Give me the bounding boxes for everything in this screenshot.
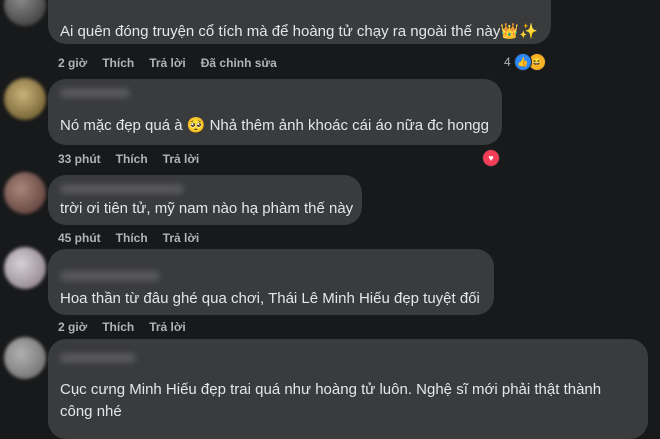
comment-bubble: Cục cưng Minh Hiếu đẹp trai quá như hoàn… <box>48 339 648 439</box>
heart-icon: ♥ <box>482 149 500 167</box>
comment-text: Hoa thần từ đâu ghé qua chơi, Thái Lê Mi… <box>60 290 480 307</box>
avatar[interactable] <box>4 0 46 26</box>
like-button[interactable]: Thích <box>116 152 148 166</box>
commenter-name[interactable] <box>60 271 160 281</box>
comment-bubble: trời ơi tiên tử, mỹ nam nào hạ phàm thế … <box>48 175 362 225</box>
avatar[interactable] <box>4 247 46 289</box>
like-button[interactable]: Thích <box>116 231 148 245</box>
comment-text-line2: công nhé <box>60 403 122 420</box>
reaction-summary[interactable]: ♥ <box>482 149 500 167</box>
reply-button[interactable]: Trả lời <box>149 320 186 334</box>
reply-button[interactable]: Trả lời <box>149 56 186 70</box>
avatar[interactable] <box>4 337 46 379</box>
like-button[interactable]: Thích <box>102 320 134 334</box>
comment-time[interactable]: 2 giờ <box>58 320 87 334</box>
comment-time[interactable]: 2 giờ <box>58 56 87 70</box>
commenter-name[interactable] <box>60 353 136 363</box>
comment-bubble: Ai quên đóng truyện cổ tích mà để hoàng … <box>48 0 551 44</box>
comment-text: Ai quên đóng truyện cổ tích mà để hoàng … <box>60 23 538 40</box>
comment-text-line1: Cục cưng Minh Hiếu đẹp trai quá như hoàn… <box>60 381 602 398</box>
comment-bubble: Hoa thần từ đâu ghé qua chơi, Thái Lê Mi… <box>48 249 494 315</box>
comment-actions: 2 giờ Thích Trả lời Đã chỉnh sửa <box>58 56 277 70</box>
comment-actions: 45 phút Thích Trả lời <box>58 231 199 245</box>
comment-time[interactable]: 45 phút <box>58 231 101 245</box>
comment-actions: 2 giờ Thích Trả lời <box>58 320 186 334</box>
edited-label: Đã chỉnh sửa <box>200 56 277 70</box>
like-button[interactable]: Thích <box>102 56 134 70</box>
commenter-name[interactable] <box>60 88 130 98</box>
like-icon: 👍 <box>513 53 532 71</box>
avatar[interactable] <box>4 78 46 120</box>
commenter-name[interactable] <box>60 184 184 194</box>
comment-text: trời ơi tiên tử, mỹ nam nào hạ phàm thế … <box>60 200 354 217</box>
reaction-summary[interactable]: 4 👍 😆 <box>504 53 546 71</box>
reaction-count: 4 <box>504 55 511 69</box>
avatar[interactable] <box>4 172 46 214</box>
reply-button[interactable]: Trả lời <box>163 231 200 245</box>
comment-text: Nó mặc đẹp quá à 🥺 Nhả thêm ảnh khoác cá… <box>60 117 489 134</box>
comment-bubble: Nó mặc đẹp quá à 🥺 Nhả thêm ảnh khoác cá… <box>48 79 502 145</box>
reply-button[interactable]: Trả lời <box>163 152 200 166</box>
comment-actions: 33 phút Thích Trả lời <box>58 152 199 166</box>
comment-time[interactable]: 33 phút <box>58 152 101 166</box>
